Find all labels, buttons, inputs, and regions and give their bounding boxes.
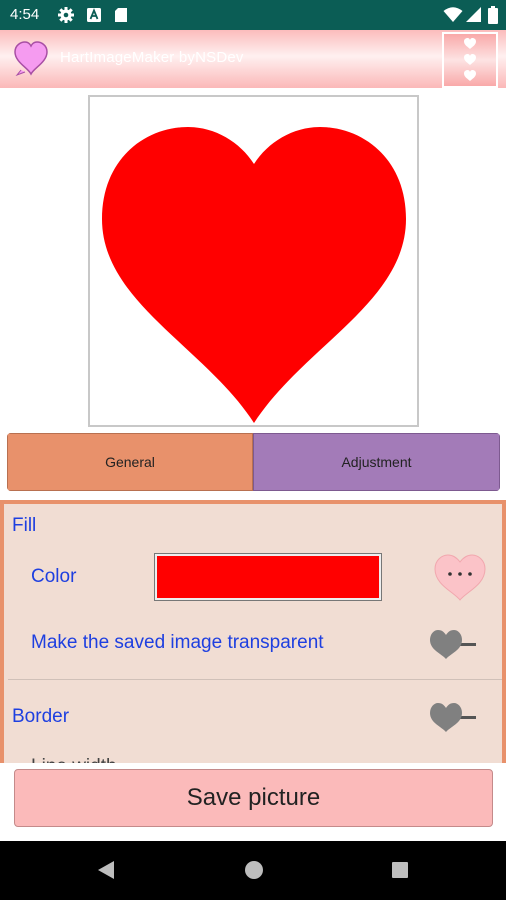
home-icon[interactable] [244,859,264,881]
sd-card-icon [115,8,127,22]
gear-icon [58,7,74,23]
border-section-title: Border [12,706,70,727]
heart-preview-shape [102,127,406,423]
recents-icon[interactable] [390,859,410,881]
status-time: 4:54 [10,6,40,23]
border-toggle[interactable] [428,700,478,734]
transparent-toggle[interactable] [428,627,478,661]
nav-bar [0,841,506,900]
app-title: HartImageMaker byNSDev [60,49,244,66]
heart-logo-icon [14,41,48,76]
image-preview-canvas [88,95,419,427]
color-label: Color [31,566,77,587]
save-area: Save picture [0,763,506,841]
wifi-icon [443,7,463,22]
a-icon [87,8,101,22]
back-icon[interactable] [96,859,116,881]
section-divider [8,679,502,680]
tab-general[interactable]: General [7,433,253,491]
status-bar: 4:54 [0,0,506,30]
battery-icon [488,6,498,24]
settings-panel: Fill Color Make the saved image transpar… [0,500,506,765]
app-bar: HartImageMaker byNSDev [0,30,506,88]
tab-adjustment[interactable]: Adjustment [253,433,500,491]
save-picture-button[interactable]: Save picture [14,769,493,827]
fill-section-title: Fill [12,515,37,536]
three-hearts-menu-button[interactable] [442,32,498,88]
heart-more-icon[interactable] [432,552,488,602]
fill-color-swatch[interactable] [154,553,382,601]
three-hearts-menu-icon [464,38,476,81]
transparent-label: Make the saved image transparent [31,632,324,653]
signal-icon [466,7,481,22]
tab-bar: General Adjustment [7,433,500,491]
